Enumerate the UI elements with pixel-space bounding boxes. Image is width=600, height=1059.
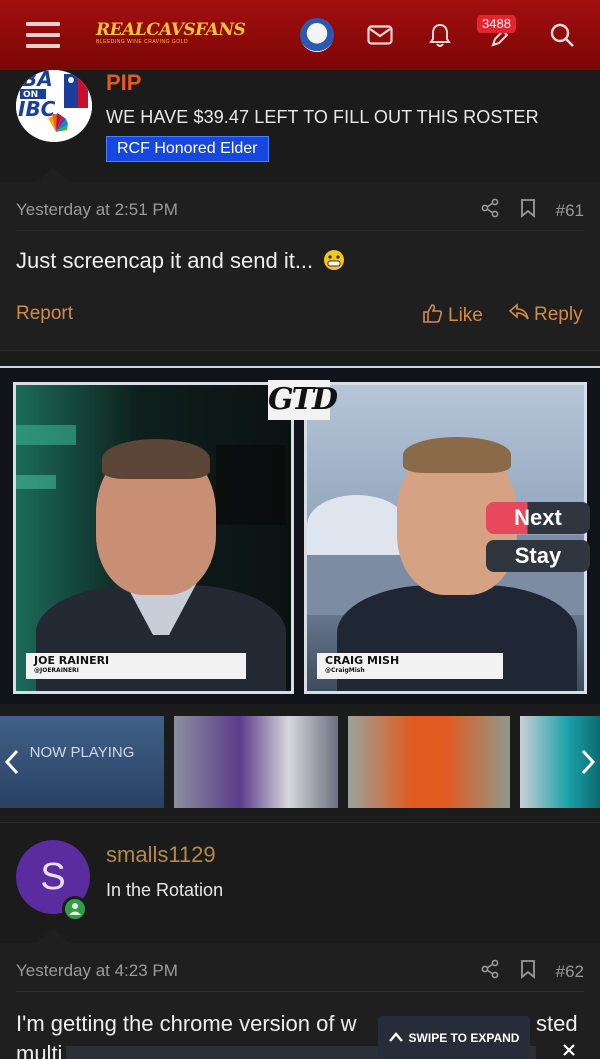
reply-label: Reply — [534, 304, 583, 325]
left-person-handle: @JOERAINERI — [34, 667, 79, 674]
user-pointer-arrow — [36, 168, 70, 182]
right-person-handle: @CraigMish — [325, 667, 365, 674]
post-61-meta-divider — [16, 230, 584, 231]
video-panel-left: JOE RAINERI @JOERAINERI — [13, 382, 294, 694]
post-61-username[interactable]: PIP — [106, 70, 141, 96]
lower-third-right: CRAIG MISH @CraigMish — [317, 653, 503, 679]
report-link[interactable]: Report — [16, 303, 73, 325]
post-62-message-line1-a: I'm getting the chrome version of w — [16, 1011, 357, 1036]
site-logo-text: REALCAVSFANS — [96, 20, 246, 40]
post-61-timestamp[interactable]: Yesterday at 2:51 PM — [16, 200, 178, 220]
notification-count-badge[interactable]: 3488 — [477, 15, 516, 33]
post-62-timestamp[interactable]: Yesterday at 4:23 PM — [16, 961, 178, 981]
post-62-message-line1-b: sted — [536, 1011, 578, 1036]
close-icon[interactable] — [560, 1041, 596, 1059]
nbc-avatar[interactable]: BA ON IBC — [16, 70, 92, 142]
right-person-name: CRAIG MISH — [325, 654, 400, 667]
top-navigation-bar: REALCAVSFANS BLEEDING WINE CRAVING GOLD … — [0, 0, 600, 70]
stay-video-button[interactable]: Stay — [486, 540, 590, 572]
site-logo[interactable]: REALCAVSFANS BLEEDING WINE CRAVING GOLD — [96, 20, 246, 48]
mail-icon[interactable] — [363, 18, 397, 52]
post-62-message-line2: multi — [16, 1041, 63, 1059]
post-62-meta-divider — [16, 991, 584, 992]
thumbnail-now-playing[interactable]: NOW PLAYING — [0, 716, 164, 808]
post-separator — [0, 350, 600, 351]
thumbnail-2[interactable] — [174, 716, 338, 808]
next-arrow-icon[interactable] — [576, 746, 600, 778]
next-video-button[interactable]: Next — [486, 502, 590, 534]
menu-icon[interactable] — [26, 22, 60, 48]
swipe-label: SWIPE TO EXPAND — [408, 1030, 520, 1045]
grin-emoji-icon — [323, 249, 345, 277]
video-player[interactable]: JOE RAINERI @JOERAINERI CRAIG MISH @Crai… — [0, 366, 600, 704]
chevron-up-icon — [388, 1031, 403, 1045]
user-avatar[interactable] — [300, 18, 334, 52]
post-61-number[interactable]: #61 — [556, 201, 584, 221]
reply-arrow-icon — [508, 303, 530, 327]
post-61-user-header: BA ON IBC PIP WE HAVE $39.47 LEFT TO FIL… — [0, 70, 600, 182]
post-61-message-text: Just screencap it and send it... — [16, 248, 314, 273]
post-61-message: Just screencap it and send it... — [16, 248, 345, 277]
bookmark-icon[interactable] — [520, 198, 536, 223]
reply-button[interactable]: Reply — [508, 303, 583, 327]
svg-text:BA: BA — [22, 70, 53, 91]
share-icon[interactable] — [480, 198, 500, 223]
post-62-username[interactable]: smalls1129 — [106, 842, 216, 868]
site-logo-tagline: BLEEDING WINE CRAVING GOLD — [96, 39, 189, 45]
like-button[interactable]: Like — [422, 303, 483, 329]
lower-third-left: JOE RAINERI @JOERAINERI — [26, 653, 246, 679]
thumbs-up-icon — [422, 303, 444, 329]
bell-icon[interactable] — [423, 18, 457, 52]
video-panel-right: CRAIG MISH @CraigMish — [304, 382, 587, 694]
post-62-number[interactable]: #62 — [556, 962, 584, 982]
post-61-tools: #61 — [480, 198, 584, 223]
post-62-user-header — [0, 823, 600, 943]
report-label: Report — [16, 303, 74, 324]
post-61-role-badge: RCF Honored Elder — [106, 136, 269, 162]
online-status-icon — [62, 896, 88, 922]
post-62-user-title: In the Rotation — [106, 880, 224, 900]
post-62-tools: #62 — [480, 959, 584, 984]
post-61-user-title: WE HAVE $39.47 LEFT TO FILL OUT THIS ROS… — [106, 107, 539, 127]
swipe-to-expand-button[interactable]: SWIPE TO EXPAND — [378, 1016, 530, 1059]
post-61-body: Yesterday at 2:51 PM #61 Just screencap … — [0, 182, 600, 350]
now-playing-label: NOW PLAYING — [0, 716, 164, 808]
left-person-name: JOE RAINERI — [34, 654, 110, 667]
gtd-show-logo: GTD — [268, 380, 338, 420]
previous-arrow-icon[interactable] — [0, 746, 24, 778]
thumbnail-3[interactable] — [348, 716, 510, 808]
video-playlist-thumbnails: NOW PLAYING — [0, 716, 600, 808]
user-pointer-arrow — [36, 929, 70, 943]
like-label: Like — [448, 305, 483, 326]
search-icon[interactable] — [545, 18, 579, 52]
bookmark-icon[interactable] — [520, 959, 536, 984]
share-icon[interactable] — [480, 959, 500, 984]
